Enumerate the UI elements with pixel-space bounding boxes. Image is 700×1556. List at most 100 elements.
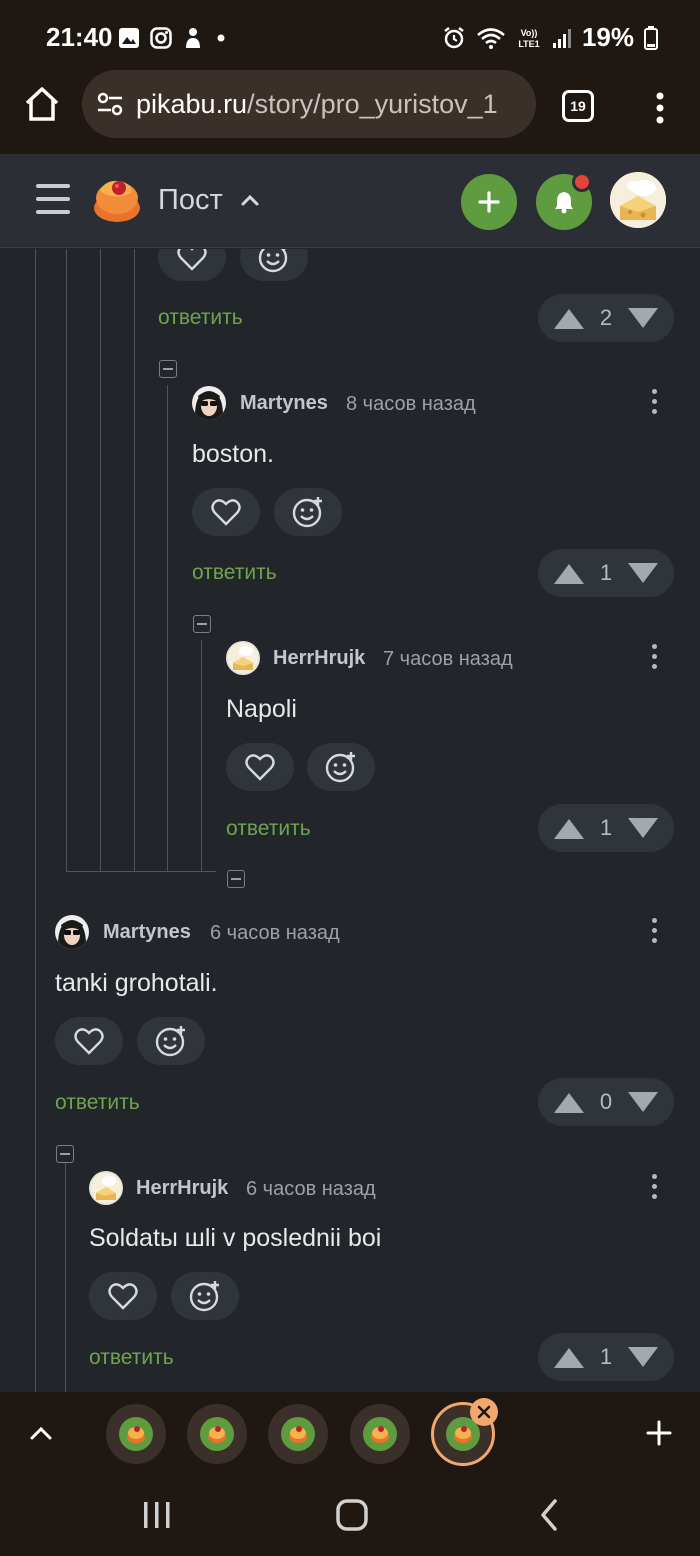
comment-time[interactable]: 6 часов назад xyxy=(210,922,340,945)
instagram-icon xyxy=(150,27,172,49)
emoji-add-icon xyxy=(325,752,355,783)
notification-badge xyxy=(572,172,592,192)
new-tab-icon[interactable] xyxy=(646,1420,672,1446)
react-button[interactable] xyxy=(307,743,375,791)
signal-icon xyxy=(552,28,571,48)
back-icon[interactable] xyxy=(536,1498,562,1532)
downvote-icon[interactable] xyxy=(628,563,658,583)
like-button[interactable] xyxy=(89,1272,157,1320)
tab-switcher-button[interactable]: 19 xyxy=(562,90,594,122)
chevron-up-icon[interactable] xyxy=(238,188,262,212)
home-nav-icon[interactable] xyxy=(334,1497,370,1533)
react-button[interactable] xyxy=(240,249,308,281)
battery-icon xyxy=(644,25,658,50)
pikabu-favicon-icon xyxy=(371,1426,389,1443)
home-icon[interactable] xyxy=(22,84,62,124)
close-icon xyxy=(477,1405,491,1419)
svg-text:Vo)): Vo)) xyxy=(521,28,538,38)
comment-text: Napoli xyxy=(226,695,297,723)
comment-author[interactable]: HerrHrujk xyxy=(273,647,365,670)
thread-line xyxy=(167,385,168,871)
comment-author[interactable]: Martynes xyxy=(240,392,328,415)
close-tab-button[interactable] xyxy=(470,1398,498,1426)
heart-icon xyxy=(245,754,275,781)
comment-time[interactable]: 8 часов назад xyxy=(346,393,476,416)
reply-link[interactable]: ответить xyxy=(226,817,311,841)
like-button[interactable] xyxy=(55,1017,123,1065)
volte-icon: Vo))LTE1 xyxy=(518,28,539,49)
url-bar[interactable]: pikabu.ru/story/pro_yuristov_1 xyxy=(82,70,536,138)
like-button[interactable] xyxy=(158,249,226,281)
comment-time[interactable]: 7 часов назад xyxy=(383,648,513,671)
alarm-icon xyxy=(444,26,464,48)
heart-icon xyxy=(74,1028,104,1055)
site-header: Пост xyxy=(0,154,700,248)
collapse-thread-button[interactable] xyxy=(193,615,211,633)
tab-thumbnail[interactable] xyxy=(106,1404,166,1464)
gallery-icon xyxy=(119,28,139,48)
thread-line xyxy=(134,249,135,871)
comment-author[interactable]: Martynes xyxy=(103,921,191,944)
status-time: 21:40 xyxy=(46,22,113,52)
react-button[interactable] xyxy=(137,1017,205,1065)
pikabu-logo[interactable] xyxy=(92,176,142,224)
comment-author[interactable]: HerrHrujk xyxy=(136,1177,228,1200)
downvote-icon[interactable] xyxy=(628,818,658,838)
bell-icon xyxy=(555,192,573,214)
downvote-icon[interactable] xyxy=(628,308,658,328)
avatar[interactable] xyxy=(89,1171,123,1205)
vote-control: 0 xyxy=(538,1078,674,1126)
system-navigation-bar xyxy=(0,1476,700,1556)
react-button[interactable] xyxy=(171,1272,239,1320)
vote-control: 2 xyxy=(538,294,674,342)
comment-time[interactable]: 6 часов назад xyxy=(246,1178,376,1201)
reply-link[interactable]: ответить xyxy=(192,561,277,585)
react-button[interactable] xyxy=(274,488,342,536)
page-title[interactable]: Пост xyxy=(158,184,223,217)
create-post-button[interactable] xyxy=(461,174,517,230)
collapse-thread-button[interactable] xyxy=(227,870,245,888)
vote-control: 1 xyxy=(538,804,674,852)
menu-icon[interactable] xyxy=(36,184,70,214)
comment-text: Soldatы шli v poslednii boi xyxy=(89,1224,382,1252)
dot-icon xyxy=(217,34,225,42)
wifi-icon xyxy=(477,27,505,49)
avatar[interactable] xyxy=(192,386,226,420)
tab-thumbnail[interactable] xyxy=(350,1404,410,1464)
tab-thumbnail[interactable] xyxy=(187,1404,247,1464)
battery-percent: 19% xyxy=(581,22,634,52)
reply-link[interactable]: ответить xyxy=(158,306,243,330)
browser-toolbar: pikabu.ru/story/pro_yuristov_1 19 xyxy=(0,70,700,154)
collapse-thread-button[interactable] xyxy=(56,1145,74,1163)
browser-menu-icon[interactable] xyxy=(648,88,672,128)
recents-icon[interactable] xyxy=(140,1498,174,1532)
status-icons-left xyxy=(118,26,228,50)
downvote-icon[interactable] xyxy=(628,1092,658,1112)
comment-menu-icon[interactable] xyxy=(650,644,658,672)
downvote-icon[interactable] xyxy=(628,1347,658,1367)
thread-line xyxy=(100,249,101,871)
heart-icon xyxy=(211,499,241,526)
emoji-add-icon xyxy=(155,1026,185,1057)
like-button[interactable] xyxy=(226,743,294,791)
avatar[interactable] xyxy=(55,915,89,949)
site-settings-icon[interactable] xyxy=(96,90,124,118)
pikabu-favicon-icon xyxy=(208,1426,226,1443)
chevron-up-icon[interactable] xyxy=(28,1420,54,1446)
comment-menu-icon[interactable] xyxy=(650,389,658,417)
url-host: pikabu.ru xyxy=(136,88,248,119)
comment-menu-icon[interactable] xyxy=(650,1174,658,1202)
reply-link[interactable]: ответить xyxy=(55,1091,140,1115)
reply-link[interactable]: ответить xyxy=(89,1346,174,1370)
like-button[interactable] xyxy=(192,488,260,536)
vote-control: 1 xyxy=(538,1333,674,1381)
comment-menu-icon[interactable] xyxy=(650,918,658,946)
avatar[interactable] xyxy=(226,641,260,675)
heart-icon xyxy=(177,249,207,271)
plus-icon xyxy=(478,191,500,213)
thread-line xyxy=(201,640,202,871)
collapse-thread-button[interactable] xyxy=(159,360,177,378)
comment-text: tanki grohotali. xyxy=(55,969,218,997)
user-avatar[interactable] xyxy=(610,172,666,228)
tab-thumbnail[interactable] xyxy=(268,1404,328,1464)
